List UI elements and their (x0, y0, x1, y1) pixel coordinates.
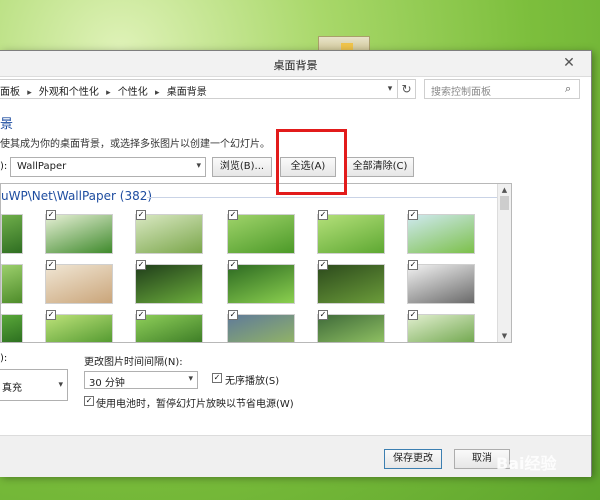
thumbnail-checkbox[interactable]: ✓ (408, 260, 418, 270)
wallpaper-thumbnail[interactable] (317, 264, 385, 304)
annotation-highlight-box (276, 129, 347, 195)
breadcrumb-desktop-background[interactable]: 桌面背景 (167, 87, 207, 98)
window-title: 桌面背景 (273, 59, 318, 72)
thumbnail-checkbox[interactable]: ✓ (136, 210, 146, 220)
address-dropdown-icon[interactable]: ▾ (384, 84, 396, 96)
thumbnail-checkbox[interactable]: ✓ (228, 210, 238, 220)
thumbnail-checkbox[interactable]: ✓ (408, 210, 418, 220)
thumbnail-checkbox[interactable]: ✓ (318, 210, 328, 220)
page-description: 使其成为你的桌面背景，或选择多张图片以创建一个幻灯片。 (0, 139, 270, 150)
wallpaper-thumbnail[interactable] (135, 264, 203, 304)
search-input[interactable]: 搜索控制面板 (424, 79, 580, 99)
breadcrumb-appearance[interactable]: 外观和个性化 (39, 87, 99, 98)
clear-all-button[interactable]: 全部清除(C) (346, 157, 414, 177)
picture-position-label: ): (0, 353, 8, 364)
scroll-down-icon[interactable]: ▼ (498, 330, 511, 342)
wallpaper-thumbnail[interactable] (135, 214, 203, 254)
thumbnail-checkbox[interactable]: ✓ (318, 310, 328, 320)
breadcrumb-separator-icon: ▸ (155, 88, 160, 98)
chevron-down-icon: ▾ (188, 374, 193, 384)
browse-button[interactable]: 浏览(B)... (212, 157, 272, 177)
gallery-group-title[interactable]: uWP\Net\WallPaper (382) (1, 189, 152, 203)
search-icon[interactable]: ⌕ (565, 82, 571, 96)
breadcrumb-personalization[interactable]: 个性化 (118, 87, 148, 98)
save-changes-button[interactable]: 保存更改 (384, 449, 442, 469)
battery-pause-label: 使用电池时，暂停幻灯片放映以节省电源(W) (96, 399, 294, 410)
page-heading: 景 (0, 117, 14, 132)
thumbnail-checkbox[interactable]: ✓ (46, 310, 56, 320)
picture-position-select[interactable]: 真充 ▾ (0, 369, 68, 401)
wallpaper-thumbnail[interactable] (407, 214, 475, 254)
wallpaper-thumbnail[interactable] (45, 214, 113, 254)
wallpaper-thumbnail[interactable] (407, 264, 475, 304)
thumbnail-checkbox[interactable]: ✓ (136, 260, 146, 270)
watermark-logo: Bai经验 (496, 454, 557, 473)
address-bar[interactable]: 面板 ▸ 外观和个性化 ▸ 个性化 ▸ 桌面背景 ▾ (0, 79, 398, 99)
wallpaper-thumbnail[interactable] (227, 214, 295, 254)
picture-location-label: ): (0, 161, 8, 172)
breadcrumb-control-panel[interactable]: 面板 (0, 87, 20, 98)
breadcrumb-separator-icon: ▸ (27, 88, 32, 98)
group-divider (147, 197, 497, 198)
scroll-up-icon[interactable]: ▲ (498, 184, 511, 196)
title-bar: 桌面背景 ✕ (0, 51, 591, 77)
shuffle-label: 无序播放(S) (225, 376, 280, 387)
refresh-icon[interactable]: ↻ (398, 79, 416, 99)
interval-select[interactable]: 30 分钟 ▾ (84, 371, 198, 389)
thumbnail-checkbox[interactable]: ✓ (318, 260, 328, 270)
thumbnail-checkbox[interactable]: ✓ (228, 260, 238, 270)
close-icon[interactable]: ✕ (559, 54, 579, 72)
picture-location-select[interactable]: WallPaper ▾ (10, 157, 206, 177)
wallpaper-thumbnail[interactable] (1, 264, 23, 304)
breadcrumb-separator-icon: ▸ (106, 88, 111, 98)
chevron-down-icon: ▾ (58, 380, 63, 390)
scrollbar-thumb[interactable] (500, 196, 509, 210)
wallpaper-thumbnail[interactable] (45, 264, 113, 304)
thumbnail-checkbox[interactable]: ✓ (46, 260, 56, 270)
thumbnail-checkbox[interactable]: ✓ (46, 210, 56, 220)
vertical-scrollbar[interactable]: ▲ ▼ (497, 184, 511, 342)
shuffle-checkbox[interactable]: ✓ (212, 373, 222, 383)
picture-location-value: WallPaper (17, 161, 67, 172)
interval-label: 更改图片时间间隔(N): (84, 357, 183, 368)
wallpaper-thumbnail[interactable] (227, 264, 295, 304)
thumbnail-checkbox[interactable]: ✓ (136, 310, 146, 320)
desktop-background-window: 桌面背景 ✕ 面板 ▸ 外观和个性化 ▸ 个性化 ▸ 桌面背景 ▾ ↻ 搜索控制… (0, 50, 592, 477)
wallpaper-thumbnail[interactable] (317, 214, 385, 254)
interval-value: 30 分钟 (89, 378, 125, 389)
wallpaper-thumbnail[interactable] (1, 214, 23, 254)
breadcrumb: 面板 ▸ 外观和个性化 ▸ 个性化 ▸ 桌面背景 (0, 83, 211, 98)
wallpaper-thumbnail[interactable] (1, 314, 23, 342)
picture-position-value: 真充 (2, 383, 22, 394)
thumbnail-checkbox[interactable]: ✓ (408, 310, 418, 320)
wallpaper-gallery: uWP\Net\WallPaper (382) ✓ ✓ ✓ ✓ ✓ ✓ ✓ ✓ ✓ ✓ ✓ ✓ ✓ ✓ ✓ … (0, 183, 512, 343)
chevron-down-icon: ▾ (196, 161, 201, 171)
thumbnail-checkbox[interactable]: ✓ (228, 310, 238, 320)
battery-pause-checkbox[interactable]: ✓ (84, 396, 94, 406)
